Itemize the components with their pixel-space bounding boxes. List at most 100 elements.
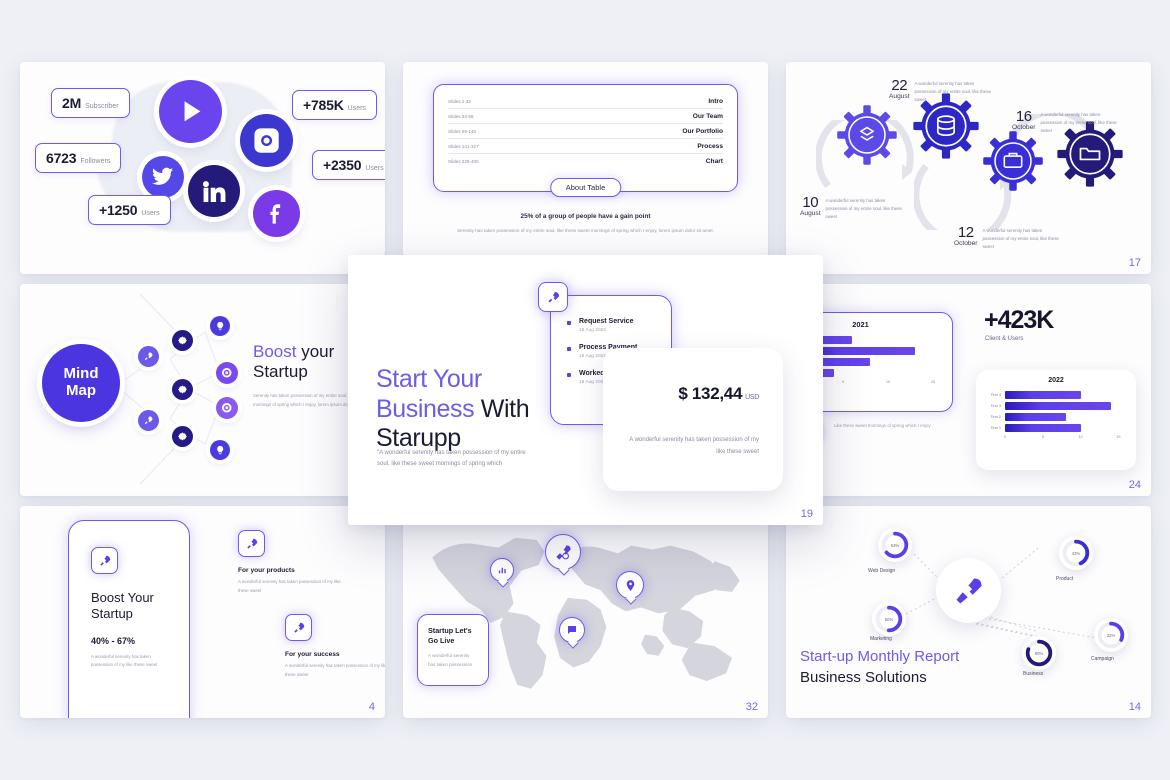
rocket-node-icon[interactable] [138, 410, 159, 431]
stat-tag[interactable]: +1250 Users [88, 195, 171, 225]
slide-boost-startup[interactable]: Boost Your Startup 40% - 67% A wonderful … [20, 506, 385, 718]
table-row[interactable]: Slides 59-140 Our Portfolio [448, 124, 723, 139]
feature-title: For your success [285, 651, 340, 658]
stat-tag[interactable]: +785K Users [292, 90, 377, 120]
gear-layers[interactable] [836, 104, 898, 166]
slide-number: 14 [1128, 701, 1141, 713]
slide-monthly-report[interactable]: 63% Web Design 43% Product 50% Marketing… [786, 506, 1151, 718]
price-currency: USD [745, 394, 759, 401]
feature-text: A wonderful serenity has taken possessio… [285, 663, 385, 677]
mindmap-heading: Boost your Startup [253, 342, 334, 383]
bar-fill [1005, 423, 1081, 432]
map-card-title: Startup Let's Go Live [428, 626, 472, 645]
bar-row[interactable]: Text 3 [986, 400, 1126, 411]
bar-fill [1005, 412, 1066, 421]
slide-mind-map[interactable]: Mind Map Boost your Startup Serenity has… [20, 284, 385, 496]
instagram-icon[interactable] [240, 114, 293, 167]
bar-fill [1005, 401, 1111, 410]
slide-gears-timeline[interactable]: 22 August A wonderful serenity has taken… [786, 62, 1151, 274]
stat-unit: Users [141, 210, 160, 217]
overlay-body: "A wonderful serenity has taken possessi… [377, 450, 526, 468]
slide-social-stats[interactable]: 2M Subscriber +785K Users 6723 Followers… [20, 62, 385, 274]
bar-label: Text 4 [990, 392, 1001, 397]
bar-chart-icon[interactable] [490, 558, 514, 582]
activity-item[interactable]: Request Service 18 Aug 2022 [567, 318, 655, 333]
gear-node-icon[interactable] [172, 330, 193, 351]
map-card[interactable]: Startup Let's Go Live A wonderful serenit… [417, 614, 489, 686]
table-card: Slides 1-32 Intro Slides 33-58 Our Team … [433, 84, 738, 192]
overlay-heading-l2: Business [376, 394, 475, 423]
rocket-node-icon[interactable] [138, 346, 159, 367]
bar-row[interactable]: Text 1 [986, 422, 1126, 433]
target-node-icon[interactable] [216, 362, 238, 384]
donut-campaign: 32% [1094, 618, 1128, 652]
slide-number: 4 [368, 701, 375, 713]
table-row[interactable]: Slides 141-327 Process [448, 139, 723, 154]
bar-track [1005, 389, 1126, 400]
table-row[interactable]: Slides 328-406 Chart [448, 154, 723, 168]
rocket-icon[interactable] [538, 282, 568, 312]
slide-bar-charts[interactable]: 2021 Text 4 Text 3 Text 2 Text 1 051015 … [786, 284, 1151, 496]
stat-tag[interactable]: +2350 Users [312, 150, 385, 180]
mindmap-center[interactable]: Mind Map [42, 344, 120, 422]
stat-unit: Subscriber [85, 103, 119, 110]
axis-tick: 5 [1041, 435, 1044, 439]
target-node-icon[interactable] [216, 397, 238, 419]
price-amount: $ 132,44 USD [678, 384, 759, 403]
bar-track [1005, 411, 1126, 422]
clients-headline: +423K [984, 306, 1054, 334]
donut-value: 63% [890, 542, 900, 548]
stat-tag[interactable]: 6723 Followers [35, 143, 122, 173]
slide-world-map[interactable]: Startup Let's Go Live A wonderful serenit… [403, 506, 768, 718]
boost-heading: Boost Your Startup [91, 590, 154, 622]
slide-about-table[interactable]: Slides 1-32 Intro Slides 33-58 Our Team … [403, 62, 768, 274]
gear-node-icon[interactable] [172, 379, 193, 400]
table-cell-range: Slides 1-32 [448, 99, 471, 104]
bar-label: Text 2 [990, 414, 1001, 419]
boost-percent: 40% - 67% [91, 635, 136, 646]
table-row[interactable]: Slides 33-58 Our Team [448, 109, 723, 124]
gear-day: 10 [802, 194, 819, 211]
facebook-icon[interactable] [253, 190, 300, 237]
linkedin-icon[interactable] [188, 165, 240, 217]
chart-title: 2022 [1048, 377, 1064, 384]
report-title-accent: Start-up Monthly Report [800, 648, 960, 665]
table-body-text: Serenity has taken possession of my enti… [457, 228, 714, 233]
chat-icon[interactable] [559, 617, 585, 643]
boost-body: A wonderful serenity has taken possessio… [91, 653, 158, 668]
about-table-button[interactable]: About Table [549, 178, 622, 197]
location-pin-icon[interactable] [616, 571, 644, 599]
slide-number: 17 [1128, 257, 1141, 269]
gear-month: October [1012, 124, 1036, 131]
donut-label: Business [1023, 671, 1044, 677]
idea-node-icon[interactable] [210, 316, 230, 336]
bar-row[interactable]: Text 2 [986, 411, 1126, 422]
gear-text: A wonderful serenity has taken possessio… [825, 198, 902, 219]
gear-node-icon[interactable] [172, 426, 193, 447]
donut-label: Campaign [1091, 656, 1114, 662]
bar-label: Text 1 [990, 425, 1001, 430]
rocket-money-icon[interactable] [936, 558, 1001, 623]
twitter-icon[interactable] [142, 156, 184, 198]
youtube-icon[interactable] [159, 80, 222, 143]
table-cell-range: Slides 141-327 [448, 144, 479, 149]
table-cell-section: Process [697, 143, 723, 150]
gear-briefcase[interactable] [982, 130, 1044, 192]
stat-tag[interactable]: 2M Subscriber [51, 88, 130, 118]
activity-title: Request Service [579, 318, 634, 325]
table-subtitle: 25% of a group of people have a gain poi… [520, 213, 651, 220]
idea-node-icon[interactable] [210, 440, 230, 460]
slide-start-your-business-overlay[interactable]: Start Your Business With Starupp "A wond… [348, 255, 823, 525]
bar-row[interactable]: Text 4 [986, 389, 1126, 400]
table-cell-range: Slides 33-58 [448, 114, 474, 119]
overlay-heading: Start Your Business With Starupp [376, 365, 561, 454]
rocket-icon [285, 614, 312, 641]
stat-value: 2M [62, 95, 82, 111]
rocket-icon [238, 530, 265, 557]
axis-tick: 5 [841, 380, 845, 384]
rocket-globe-icon[interactable] [545, 534, 581, 570]
table-row[interactable]: Slides 1-32 Intro [448, 94, 723, 109]
mindmap-center-label: Mind Map [63, 365, 99, 399]
bar-track [1005, 422, 1126, 433]
table-cell-range: Slides 59-140 [448, 129, 477, 134]
